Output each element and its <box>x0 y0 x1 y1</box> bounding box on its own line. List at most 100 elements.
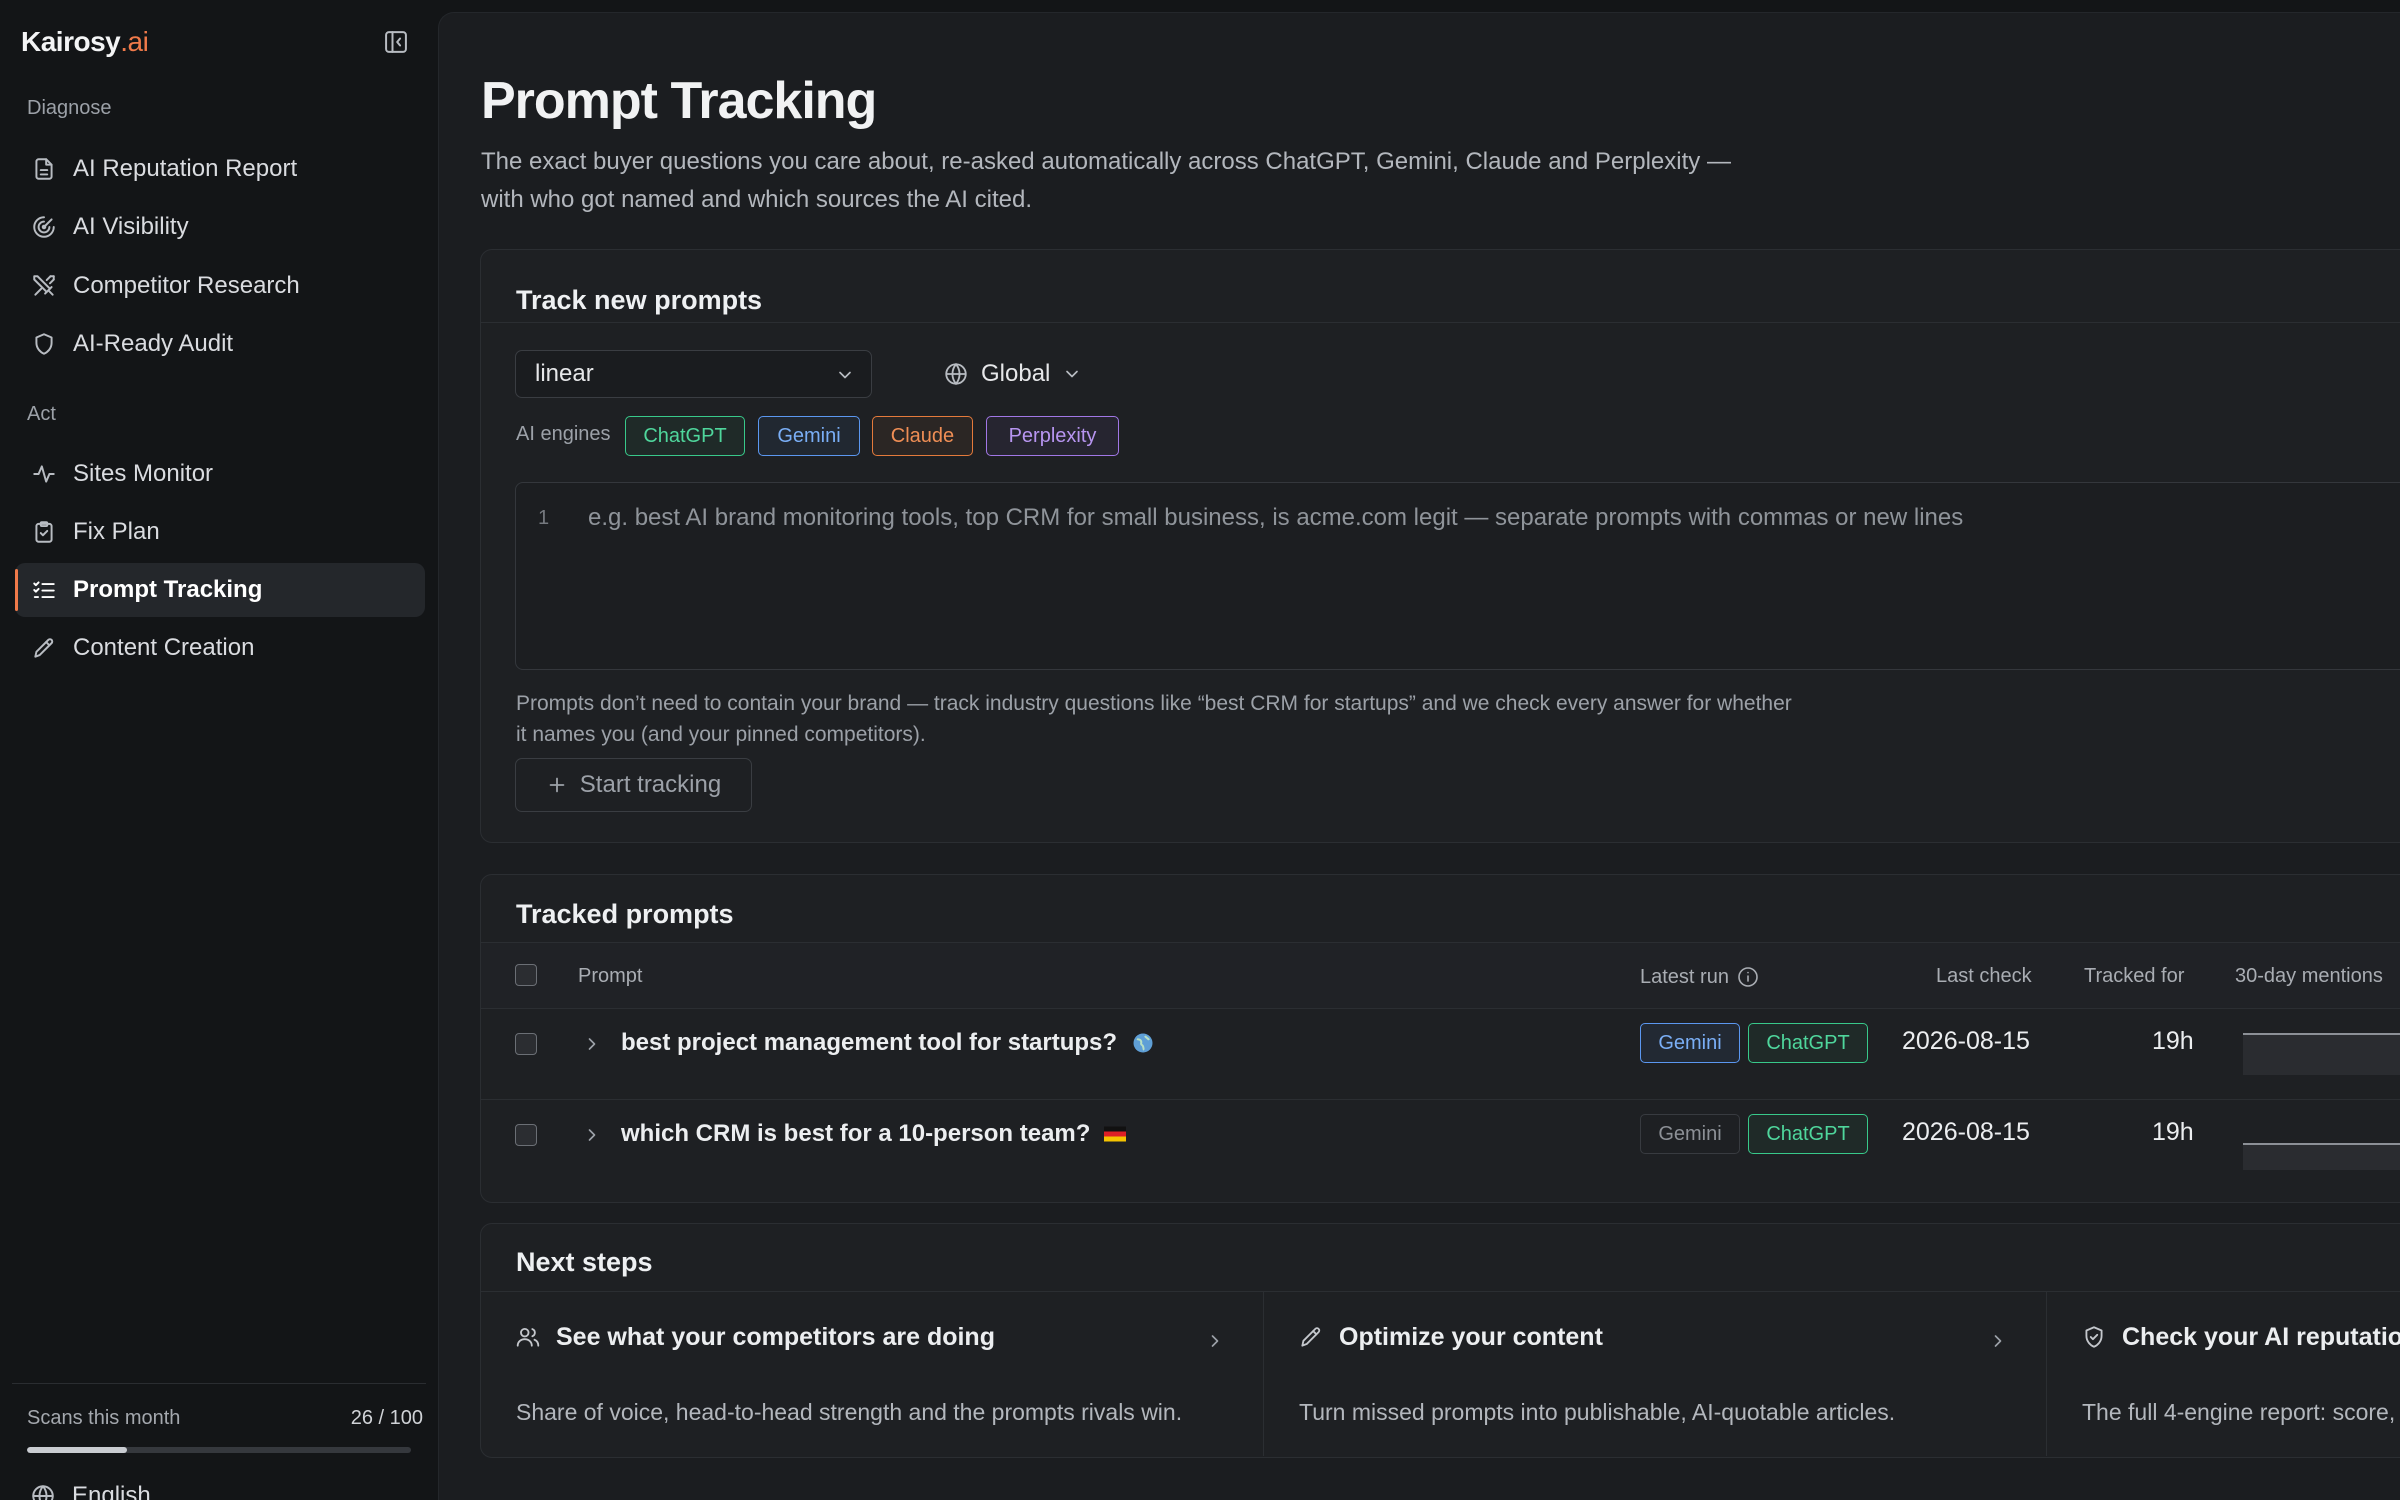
region-select[interactable]: Global <box>943 350 1082 398</box>
tracked-prompts-card: Tracked prompts Prompt Latest run Last c… <box>480 874 2400 1203</box>
column-header-30-day-mentions: 30-day mentions <box>2235 965 2383 987</box>
info-icon[interactable] <box>1736 965 1760 989</box>
track-new-prompts-card: Track new prompts linear Global AI engin… <box>480 249 2400 843</box>
scans-progress-bar <box>27 1447 411 1453</box>
document-icon <box>35 158 53 180</box>
prompt-text[interactable]: best project management tool for startup… <box>621 1029 1155 1057</box>
next-step-ai-reputation[interactable]: Check your AI reputation The full 4-engi… <box>2047 1292 2400 1456</box>
sidebar-item-prompt-tracking[interactable]: Prompt Tracking <box>15 563 425 617</box>
card-title: Tracked prompts <box>516 899 734 929</box>
globe-icon <box>1133 1033 1153 1053</box>
next-step-competitors[interactable]: See what your competitors are doing Shar… <box>481 1292 1264 1456</box>
table-row[interactable]: which CRM is best for a 10-person team? … <box>481 1100 2400 1191</box>
row-checkbox[interactable] <box>515 1124 537 1146</box>
sidebar-item-ai-ready-audit[interactable]: AI-Ready Audit <box>15 317 425 371</box>
page-description: The exact buyer questions you care about… <box>481 148 1731 213</box>
sidebar-item-label: Competitor Research <box>73 272 300 299</box>
chevron-right-icon <box>1994 1335 2002 1347</box>
line-number: 1 <box>538 507 550 529</box>
list-check-icon <box>33 581 55 599</box>
sidebar-item-label: Content Creation <box>73 634 255 661</box>
row-checkbox[interactable] <box>515 1033 537 1055</box>
sidebar: Kairosy.ai Diagnose AI Reputation Report… <box>0 0 438 1500</box>
scans-label: Scans this month <box>27 1407 181 1429</box>
chevron-down-icon <box>1066 370 1079 378</box>
chevron-right-icon[interactable] <box>582 1125 602 1145</box>
next-steps-grid: See what your competitors are doing Shar… <box>481 1291 2400 1456</box>
table-body: best project management tool for startup… <box>481 1009 2400 1202</box>
card-title: Next steps <box>516 1247 653 1277</box>
radar-icon <box>33 216 55 238</box>
sidebar-item-label: Sites Monitor <box>73 460 214 487</box>
engine-chip-claude[interactable]: Claude <box>872 416 973 456</box>
mentions-sparkline <box>2243 1033 2400 1075</box>
chevron-right-icon[interactable] <box>582 1034 602 1054</box>
next-steps-card: Next steps See what your competitors are… <box>480 1223 2400 1458</box>
globe-icon <box>945 362 967 386</box>
column-header-latest-run: Latest run <box>1640 965 1760 989</box>
brand-select[interactable]: linear <box>515 350 872 398</box>
divider <box>481 322 2400 323</box>
sidebar-item-content-creation[interactable]: Content Creation <box>15 621 425 675</box>
shield-icon <box>35 333 53 355</box>
language-label: English <box>72 1482 151 1500</box>
sidebar-item-label: Fix Plan <box>73 518 160 545</box>
page-title: Prompt Tracking <box>481 72 877 130</box>
prompts-placeholder: e.g. best AI brand monitoring tools, top… <box>588 504 1964 531</box>
sidebar-item-sites-monitor[interactable]: Sites Monitor <box>15 447 425 501</box>
column-header-last-check: Last check <box>1936 965 2032 987</box>
next-step-title: Optimize your content <box>1339 1323 1603 1351</box>
card-title: Track new prompts <box>516 285 763 315</box>
germany-flag-icon <box>1104 1126 1127 1142</box>
last-check-date: 2026-08-15 <box>1902 1027 2030 1055</box>
run-chip-gemini: Gemini <box>1640 1114 1740 1154</box>
select-all-checkbox[interactable] <box>515 964 537 986</box>
start-tracking-button[interactable]: Start tracking <box>515 758 752 812</box>
pen-icon <box>1301 1327 1321 1347</box>
chevron-right-icon <box>1211 1335 1219 1347</box>
language-selector[interactable]: English <box>30 1482 151 1500</box>
pulse-icon <box>33 465 55 483</box>
brand-logo[interactable]: Kairosy.ai <box>21 26 149 58</box>
sidebar-item-fix-plan[interactable]: Fix Plan <box>15 505 425 559</box>
next-step-title: Check your AI reputation <box>2122 1323 2400 1351</box>
table-row[interactable]: best project management tool for startup… <box>481 1009 2400 1100</box>
clipboard-icon <box>35 521 53 543</box>
next-step-optimize-content[interactable]: Optimize your content Turn missed prompt… <box>1264 1292 2047 1456</box>
prompts-editor[interactable]: 1 e.g. best AI brand monitoring tools, t… <box>515 482 2400 670</box>
sidebar-item-label: AI Reputation Report <box>73 155 298 182</box>
plus-icon <box>549 777 565 793</box>
sidebar-item-label: AI Visibility <box>73 213 189 240</box>
sidebar-item-ai-visibility[interactable]: AI Visibility <box>15 200 425 254</box>
ai-engines-label: AI engines <box>516 423 611 445</box>
engine-chip-gemini[interactable]: Gemini <box>758 416 860 456</box>
collapse-sidebar-icon[interactable] <box>382 28 410 56</box>
run-chip-chatgpt: ChatGPT <box>1748 1114 1868 1154</box>
globe-icon <box>32 1485 54 1500</box>
table-header: Prompt Latest run Last check Tracked for… <box>481 942 2400 1009</box>
next-step-title: See what your competitors are doing <box>556 1323 995 1351</box>
scans-count: 26 / 100 <box>350 1407 423 1429</box>
column-header-prompt: Prompt <box>578 965 643 987</box>
prompt-text[interactable]: which CRM is best for a 10-person team? <box>621 1120 1127 1148</box>
tracked-for-duration: 19h <box>2152 1118 2194 1146</box>
scans-progress-fill <box>27 1447 127 1453</box>
section-label-diagnose: Diagnose <box>27 97 112 119</box>
prompts-hint: Prompts don’t need to contain your brand… <box>516 692 1792 746</box>
last-check-date: 2026-08-15 <box>1902 1118 2030 1146</box>
engine-chip-chatgpt[interactable]: ChatGPT <box>625 416 745 456</box>
next-step-description: The full 4-engine report: score, sentime… <box>2082 1399 2400 1425</box>
pen-icon <box>34 638 54 658</box>
engine-chip-perplexity[interactable]: Perplexity <box>986 416 1119 456</box>
chevron-down-icon <box>839 371 851 379</box>
region-value: Global <box>981 360 1051 387</box>
users-icon <box>516 1327 540 1347</box>
next-step-description: Share of voice, head-to-head strength an… <box>516 1399 1183 1425</box>
sidebar-item-ai-reputation-report[interactable]: AI Reputation Report <box>15 142 425 196</box>
brand-select-value: linear <box>535 360 594 387</box>
next-step-description: Turn missed prompts into publishable, AI… <box>1299 1399 1896 1425</box>
sidebar-item-competitor-research[interactable]: Competitor Research <box>15 259 425 313</box>
section-label-act: Act <box>27 403 56 425</box>
swords-icon <box>33 275 55 296</box>
sidebar-footer: Scans this month 26 / 100 English <box>12 1383 426 1500</box>
